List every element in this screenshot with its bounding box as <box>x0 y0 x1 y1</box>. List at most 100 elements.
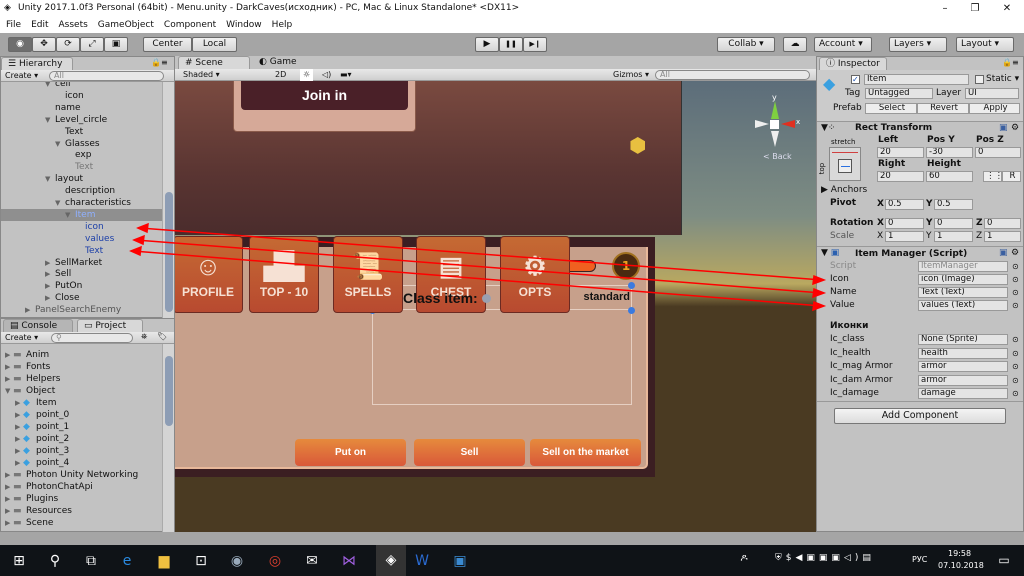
space-local-button[interactable]: Local <box>192 37 237 52</box>
left-field[interactable]: 20 <box>877 147 924 158</box>
tree-arrow-icon[interactable]: ▶ <box>25 304 30 316</box>
prefab-select-button[interactable]: Select <box>865 103 917 114</box>
tree-arrow-icon[interactable]: ▼ <box>45 114 50 126</box>
project-item[interactable]: ▶ ▬ Helpers <box>1 373 163 385</box>
project-item[interactable]: ▼ ▬ Object <box>1 385 163 397</box>
language-indicator[interactable]: РУС <box>912 555 927 564</box>
steam-icon[interactable]: ◉ <box>228 553 246 569</box>
hierarchy-item[interactable]: ▼ cell <box>1 82 163 90</box>
minimize-button[interactable]: – <box>930 0 960 17</box>
add-component-button[interactable]: Add Component <box>834 408 1006 424</box>
project-scrollbar[interactable] <box>162 344 174 532</box>
gizmo-y-axis[interactable] <box>771 101 779 119</box>
icon-sprite-field[interactable]: armor <box>918 361 1008 372</box>
hierarchy-search-input[interactable]: All <box>49 71 164 81</box>
tree-arrow-icon[interactable]: ▶ <box>45 280 50 292</box>
scene-search-input[interactable]: All <box>655 70 810 80</box>
2d-toggle[interactable]: 2D <box>275 69 286 81</box>
scene-viewport[interactable]: Join in ⬢ y x < Back 1 ♥ C <box>175 81 816 532</box>
sell-on-market-button[interactable]: Sell on the market <box>530 439 641 466</box>
account-dropdown[interactable]: Account ▾ <box>814 37 872 52</box>
object-picker-icon[interactable]: ⊙ <box>1012 334 1019 345</box>
pos-y-field[interactable]: -30 <box>926 147 973 158</box>
object-picker-icon[interactable]: ⊙ <box>1012 287 1019 298</box>
tree-arrow-icon[interactable]: ▶ <box>45 257 50 269</box>
project-item[interactable]: ▶ ◆ point_1 <box>1 421 163 433</box>
menu-button-opts[interactable]: ⚙ OPTS <box>500 236 570 313</box>
filter-label-icon[interactable]: 🏷 <box>157 332 167 341</box>
rotation-x-field[interactable]: 0 <box>885 218 924 229</box>
help-icon[interactable]: ▣ <box>999 123 1008 134</box>
static-dropdown[interactable]: Static ▾ <box>986 74 1019 85</box>
lighting-toggle-icon[interactable]: ☼ <box>300 69 314 81</box>
tree-arrow-icon[interactable]: ▶ <box>5 373 10 385</box>
scale-tool-button[interactable]: ⤢ <box>80 37 104 52</box>
tab-scene[interactable]: # Scene <box>178 56 250 69</box>
project-item[interactable]: ▶ ▬ Plugins <box>1 493 163 505</box>
tree-arrow-icon[interactable]: ▶ <box>15 409 20 421</box>
project-item[interactable]: ▶ ▬ Anim <box>1 349 163 361</box>
icon-sprite-field[interactable]: None (Sprite) <box>918 334 1008 345</box>
anchor-presets-button[interactable] <box>829 147 861 181</box>
hierarchy-item[interactable]: ▶ Sell <box>1 268 163 280</box>
tree-arrow-icon[interactable]: ▶ <box>15 433 20 445</box>
tree-arrow-icon[interactable]: ▼ <box>65 209 70 221</box>
tree-arrow-icon[interactable]: ▼ <box>45 82 50 90</box>
anchors-foldout[interactable]: ▶ Anchors <box>821 185 867 196</box>
tree-arrow-icon[interactable]: ▶ <box>15 457 20 469</box>
gizmo-center[interactable] <box>770 120 779 129</box>
join-in-button[interactable]: Join in <box>241 81 408 110</box>
tree-arrow-icon[interactable]: ▶ <box>15 445 20 457</box>
rect-tool-button[interactable]: ▣ <box>104 37 128 52</box>
project-item[interactable]: ▶ ◆ point_3 <box>1 445 163 457</box>
play-button[interactable]: ▶ <box>475 37 499 52</box>
project-item[interactable]: ▶ ▬ Resources <box>1 505 163 517</box>
tab-console[interactable]: ▤ Console <box>3 319 73 332</box>
prefab-revert-button[interactable]: Revert <box>917 103 969 114</box>
filter-type-icon[interactable]: ⛯ <box>141 332 147 342</box>
pivot-center-button[interactable]: Center <box>143 37 192 52</box>
project-item[interactable]: ▶ ▬ Fonts <box>1 361 163 373</box>
store-icon[interactable]: ⊡ <box>192 553 210 569</box>
rect-transform-icon[interactable]: ▼⁘ <box>821 123 835 134</box>
edge-browser-icon[interactable]: e <box>118 553 136 569</box>
scale-x-field[interactable]: 1 <box>885 231 924 242</box>
menu-edit[interactable]: Edit <box>31 20 48 30</box>
clock-date[interactable]: 07.10.2018 <box>938 561 984 570</box>
hierarchy-item[interactable]: Text <box>1 161 163 173</box>
tree-arrow-icon[interactable]: ▶ <box>5 505 10 517</box>
search-icon[interactable]: ⚲ <box>46 553 64 569</box>
hierarchy-item[interactable]: ▼ layout <box>1 173 163 185</box>
hierarchy-item[interactable]: ▼ Item <box>1 208 163 221</box>
height-field[interactable]: 60 <box>926 171 973 182</box>
field-icon-reference[interactable]: icon (Image) <box>918 274 1008 285</box>
field-name-reference[interactable]: Text (Text) <box>918 287 1008 298</box>
object-picker-icon[interactable]: ⊙ <box>1012 274 1019 285</box>
hierarchy-item[interactable]: exp <box>1 149 163 161</box>
clock-time[interactable]: 19:58 <box>948 549 971 558</box>
tree-arrow-icon[interactable]: ▼ <box>55 197 60 209</box>
gizmo-neg-y-axis[interactable] <box>771 131 779 147</box>
people-icon[interactable]: ዶ <box>735 553 753 564</box>
hierarchy-item[interactable]: ▶ Close <box>1 292 163 304</box>
lock-icon[interactable]: 🔒≡ <box>1002 58 1019 67</box>
project-item[interactable]: ▶ ◆ Item <box>1 397 163 409</box>
cloud-button[interactable]: ☁ <box>783 37 807 52</box>
menu-component[interactable]: Component <box>164 20 216 30</box>
tree-arrow-icon[interactable]: ▶ <box>5 349 10 361</box>
tree-arrow-icon[interactable]: ▼ <box>45 173 50 185</box>
object-picker-icon[interactable]: ⊙ <box>1012 261 1019 272</box>
hierarchy-item[interactable]: values <box>1 233 163 245</box>
system-tray-icons[interactable]: ⛨$◀▣▣▣◁)▤ <box>775 553 905 563</box>
right-field[interactable]: 20 <box>877 171 924 182</box>
menu-assets[interactable]: Assets <box>59 20 88 30</box>
hierarchy-item[interactable]: ▼ Level_circle <box>1 114 163 126</box>
gizmo-x-axis[interactable] <box>781 120 795 128</box>
hierarchy-item[interactable]: ▼ Glasses <box>1 138 163 150</box>
tree-arrow-icon[interactable]: ▶ <box>5 361 10 373</box>
object-picker-icon[interactable]: ⊙ <box>1012 361 1019 372</box>
unity-taskbar-icon[interactable]: ◈ <box>376 545 406 576</box>
tag-dropdown[interactable]: Untagged <box>865 88 933 99</box>
menu-file[interactable]: File <box>6 20 21 30</box>
project-item[interactable]: ▶ ▬ Scene <box>1 517 163 529</box>
